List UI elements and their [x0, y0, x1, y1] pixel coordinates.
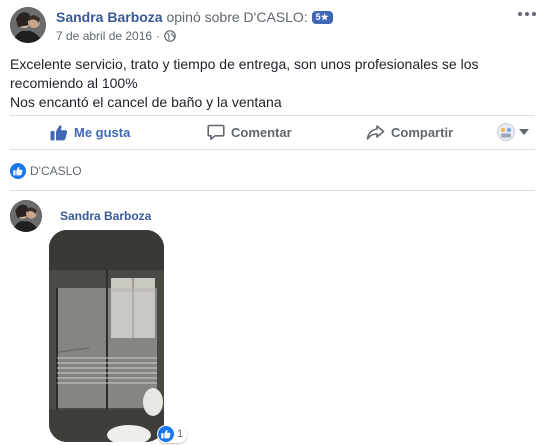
globe-icon — [164, 30, 176, 42]
comments-divider — [10, 190, 535, 191]
post-line-2: recomiendo al 100% — [10, 75, 138, 91]
comment-label: Comentar — [231, 124, 292, 140]
photo-reaction-count: 1 — [177, 428, 184, 440]
photo-reaction[interactable]: 1 — [157, 425, 188, 443]
post-line-3: Nos encantó el cancel de baño y la venta… — [10, 94, 282, 110]
meta-separator: · — [156, 29, 161, 43]
shower-door-photo — [49, 230, 164, 442]
comment-icon — [207, 124, 225, 140]
review-verb: opinó sobre — [166, 9, 240, 25]
author-avatar[interactable] — [10, 7, 46, 43]
like-reaction-icon — [10, 163, 26, 179]
avatar-photo — [10, 7, 46, 43]
post-meta: 7 de abril de 2016 · — [56, 29, 176, 43]
liker-name[interactable]: D'CASLO — [30, 164, 82, 178]
post-header: Sandra Barboza opinó sobre D'CASLO: 5★ — [56, 9, 333, 25]
commenter-avatar[interactable] — [10, 200, 42, 232]
thumbs-up-icon — [50, 124, 68, 140]
share-button[interactable]: Compartir — [366, 122, 453, 142]
reaction-selector[interactable] — [497, 123, 529, 141]
actions-bottom-divider — [10, 149, 535, 150]
actions-top-divider — [10, 115, 535, 116]
share-label: Compartir — [391, 124, 454, 140]
like-reaction-icon — [158, 426, 174, 442]
comment-author[interactable]: Sandra Barboza — [60, 209, 151, 223]
post-date[interactable]: 7 de abril de 2016 — [56, 29, 152, 43]
avatar-photo — [10, 200, 42, 232]
comment-button[interactable]: Comentar — [207, 122, 292, 142]
like-label: Me gusta — [74, 124, 131, 140]
page-name[interactable]: D'CASLO: — [244, 9, 308, 25]
share-icon — [366, 124, 385, 140]
post-line-1: Excelente servicio, trato y tiempo de en… — [10, 56, 479, 72]
page-avatar-icon — [497, 123, 515, 141]
like-button[interactable]: Me gusta — [50, 122, 130, 142]
chevron-down-icon — [519, 129, 529, 135]
reactions-summary[interactable]: D'CASLO — [10, 163, 82, 179]
comment-photo[interactable] — [49, 230, 164, 442]
author-name[interactable]: Sandra Barboza — [56, 9, 163, 25]
post-body: Excelente servicio, trato y tiempo de en… — [10, 55, 530, 112]
rating-badge: 5★ — [311, 11, 333, 24]
more-options-icon[interactable] — [518, 12, 536, 16]
